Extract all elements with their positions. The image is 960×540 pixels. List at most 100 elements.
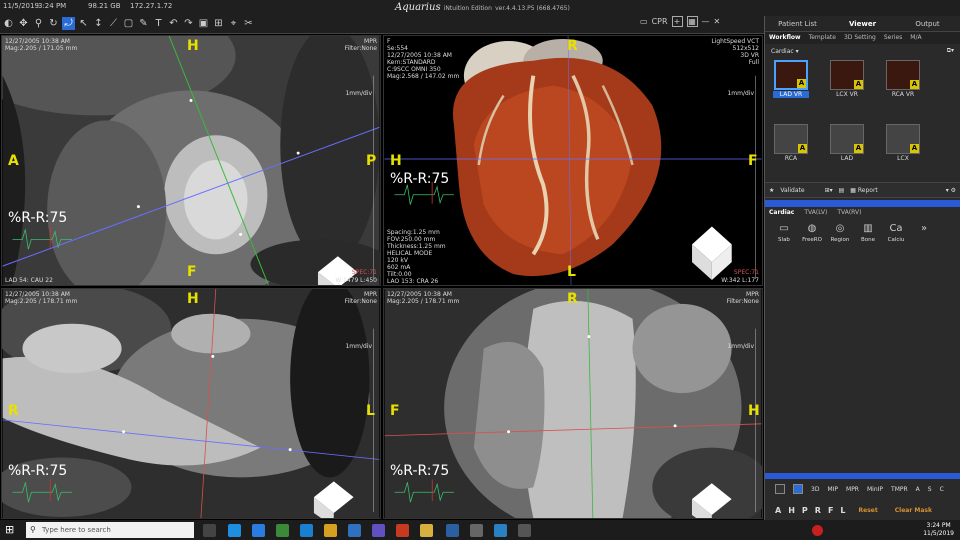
annotate-icon[interactable]: ✎ bbox=[137, 17, 150, 30]
orient-a-button[interactable]: A bbox=[775, 506, 781, 515]
viewport-mpr-two-chamber[interactable]: 12/27/2005 10:38 AM Mag:2.205 / 178.71 m… bbox=[383, 288, 763, 519]
tab-cardiac[interactable]: Cardiac bbox=[769, 207, 794, 219]
mode-mpr[interactable]: MPR bbox=[846, 486, 859, 493]
thumbnail-rca[interactable]: A RCA bbox=[773, 124, 809, 182]
scroll-icon[interactable]: ↕ bbox=[92, 17, 105, 30]
orient-h-button[interactable]: H bbox=[788, 506, 795, 515]
viewport-3d-vr[interactable]: F Se:554 12/27/2005 10:38 AM Kern:STANDA… bbox=[383, 35, 763, 286]
app2-icon[interactable] bbox=[446, 524, 459, 537]
tab-patient-list[interactable]: Patient List bbox=[765, 16, 830, 31]
orient-l-button[interactable]: L bbox=[840, 506, 845, 515]
tab-output[interactable]: Output bbox=[895, 16, 960, 31]
tab-tva-rv[interactable]: TVA(RV) bbox=[837, 207, 861, 219]
mode-mip[interactable]: MIP bbox=[827, 486, 838, 493]
powerpoint-icon[interactable] bbox=[396, 524, 409, 537]
teams-icon[interactable] bbox=[372, 524, 385, 537]
clear-mask-button[interactable]: Clear Mask bbox=[895, 507, 932, 514]
zoom-icon[interactable]: ⚲ bbox=[32, 17, 45, 30]
mode-tmpr[interactable]: TMPR bbox=[891, 486, 908, 493]
windows-start-icon[interactable]: ⊞ bbox=[5, 524, 17, 536]
more-tools-icon[interactable]: » bbox=[913, 223, 935, 247]
orient-p-button[interactable]: P bbox=[802, 506, 808, 515]
window-level-icon[interactable]: ◐ bbox=[2, 17, 15, 30]
add-icon[interactable]: ⊞▾ bbox=[825, 187, 833, 194]
layout-single-icon[interactable] bbox=[775, 484, 785, 494]
layout-grid-icon[interactable] bbox=[793, 484, 803, 494]
subtab-series[interactable]: Series bbox=[884, 32, 902, 44]
mode-coronal[interactable]: C bbox=[940, 486, 944, 493]
taskbar-search[interactable]: ⚲ Type here to search bbox=[26, 522, 194, 538]
orient-r-button[interactable]: R bbox=[815, 506, 821, 515]
mode-axial[interactable]: A bbox=[916, 486, 920, 493]
tool-region[interactable]: ◎ Region bbox=[829, 223, 851, 247]
tool-freero[interactable]: ◍ FreeRO bbox=[801, 223, 823, 247]
system-clock[interactable]: 3:24 PM 11/5/2019 bbox=[923, 522, 954, 538]
add-icon[interactable]: + bbox=[671, 16, 683, 27]
star-icon[interactable]: ★ bbox=[769, 187, 774, 194]
reset-button[interactable]: Reset bbox=[859, 507, 878, 514]
tool-bone[interactable]: ▥ Bone bbox=[857, 223, 879, 247]
minimize-icon[interactable]: — bbox=[702, 17, 710, 26]
skype-icon[interactable] bbox=[228, 524, 241, 537]
save-icon[interactable]: ▤ bbox=[839, 187, 845, 194]
edge-icon[interactable] bbox=[300, 524, 313, 537]
tab-viewer[interactable]: Viewer bbox=[830, 16, 895, 31]
oblique-icon[interactable]: ⤾ bbox=[62, 17, 75, 30]
orient-right: L bbox=[366, 403, 375, 419]
subtab-ma[interactable]: M/A bbox=[910, 32, 921, 44]
rotate-icon[interactable]: ↻ bbox=[47, 17, 60, 30]
tool-slab[interactable]: ▭ Slab bbox=[773, 223, 795, 247]
subtab-template[interactable]: Template bbox=[809, 32, 836, 44]
orient-f-button[interactable]: F bbox=[828, 506, 833, 515]
protocol-menu-icon[interactable]: ⧉▾ bbox=[947, 47, 954, 55]
chrome-icon[interactable] bbox=[324, 524, 337, 537]
orient-top: R bbox=[567, 38, 578, 54]
system-date: 11/5/2019 bbox=[3, 2, 39, 10]
alert-icon[interactable] bbox=[812, 525, 823, 536]
undo-icon[interactable]: ↶ bbox=[167, 17, 180, 30]
roi-icon[interactable]: ▢ bbox=[122, 17, 135, 30]
rr-phase: %R-R:75 bbox=[390, 171, 450, 187]
outlook-icon[interactable] bbox=[348, 524, 361, 537]
aquarius-icon[interactable] bbox=[518, 524, 531, 537]
protocol-select[interactable]: Cardiac ▾ bbox=[771, 48, 799, 55]
chevron-down-icon[interactable]: ▾ ⚙ bbox=[946, 187, 956, 194]
close-icon[interactable]: ✕ bbox=[714, 17, 721, 26]
mode-3d[interactable]: 3D bbox=[811, 486, 819, 493]
report-button[interactable]: ▦ Report bbox=[850, 187, 877, 194]
task-view-icon[interactable] bbox=[203, 524, 216, 537]
section-divider-bottom[interactable] bbox=[765, 473, 960, 479]
tab-tva-lv[interactable]: TVA(LV) bbox=[804, 207, 827, 219]
crosshair-icon[interactable]: ⌖ bbox=[227, 17, 240, 30]
redo-icon[interactable]: ↷ bbox=[182, 17, 195, 30]
settings-icon[interactable] bbox=[470, 524, 483, 537]
section-divider[interactable] bbox=[765, 200, 960, 207]
cursor-icon[interactable]: ↖ bbox=[77, 17, 90, 30]
grid-icon[interactable]: ▦ bbox=[686, 16, 698, 27]
thumbnail-lad[interactable]: A LAD bbox=[829, 124, 865, 182]
validate-button[interactable]: Validate bbox=[780, 187, 804, 194]
thumbnail-lad-vr[interactable]: A LAD VR bbox=[773, 60, 809, 118]
mode-minip[interactable]: MinIP bbox=[867, 486, 883, 493]
snapshot-icon[interactable]: ▣ bbox=[197, 17, 210, 30]
subtab-workflow[interactable]: Workflow bbox=[769, 32, 801, 44]
text-icon[interactable]: T bbox=[152, 17, 165, 30]
subtab-3d-setting[interactable]: 3D Setting bbox=[844, 32, 876, 44]
mode-sagittal[interactable]: S bbox=[928, 486, 932, 493]
thumbnail-lcx[interactable]: A LCX bbox=[885, 124, 921, 182]
sculpt-icon[interactable]: ✂ bbox=[242, 17, 255, 30]
thumbnail-lcx-vr[interactable]: A LCX VR bbox=[829, 60, 865, 118]
tool-calcium[interactable]: Ca Calciu bbox=[885, 223, 907, 247]
monitor-icon[interactable]: ▭ bbox=[640, 17, 648, 26]
layout-icon[interactable]: ⊞ bbox=[212, 17, 225, 30]
app3-icon[interactable] bbox=[494, 524, 507, 537]
thumbnail-rca-vr[interactable]: A RCA VR bbox=[885, 60, 921, 118]
app-icon[interactable] bbox=[276, 524, 289, 537]
pan-icon[interactable]: ✥ bbox=[17, 17, 30, 30]
explorer-icon[interactable] bbox=[420, 524, 433, 537]
word-icon[interactable] bbox=[252, 524, 265, 537]
viewport-mpr-short-axis[interactable]: 12/27/2005 10:38 AM Mag:2.205 / 171.05 m… bbox=[1, 35, 381, 286]
measure-icon[interactable]: ⟋ bbox=[107, 17, 120, 30]
viewport-mpr-long-axis[interactable]: 12/27/2005 10:38 AM Mag:2.205 / 178.71 m… bbox=[1, 288, 381, 519]
cpr-button[interactable]: CPR bbox=[652, 17, 668, 26]
